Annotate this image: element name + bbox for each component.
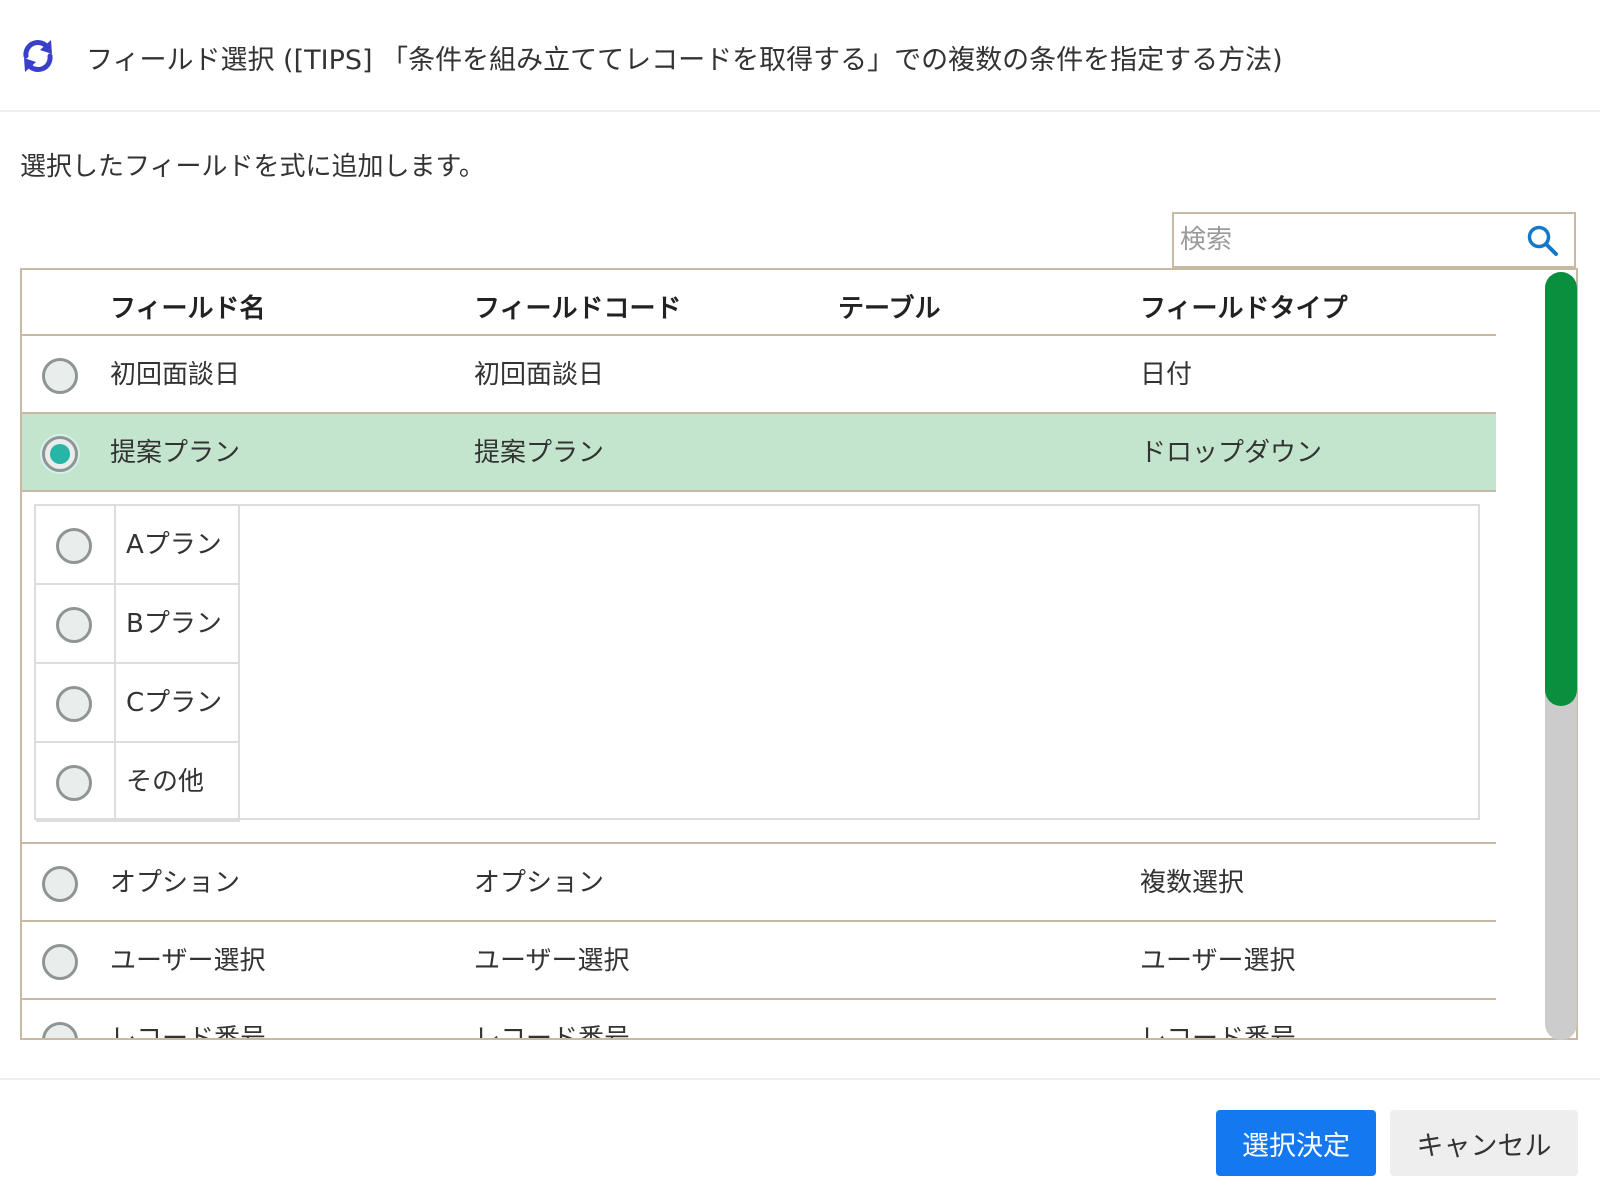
table-row[interactable]: 初回面談日 初回面談日 日付 <box>22 336 1496 414</box>
options-list: Aプラン Bプラン Cプラン その他 <box>34 504 1480 822</box>
column-header-field-code[interactable]: フィールドコード <box>474 288 681 325</box>
search-icon[interactable] <box>1526 224 1560 258</box>
divider <box>114 506 116 583</box>
table-row-selected[interactable]: 提案プラン 提案プラン ドロップダウン <box>22 414 1496 492</box>
field-code: 初回面談日 <box>474 360 605 390</box>
option-radio[interactable] <box>56 765 92 801</box>
field-name: ユーザー選択 <box>110 946 266 976</box>
option-radio[interactable] <box>56 528 92 564</box>
option-item[interactable]: Cプラン <box>36 664 240 743</box>
dialog-header: フィールド選択 ([TIPS] 「条件を組み立ててレコードを取得する」での複数の… <box>0 0 1600 112</box>
dialog-description: 選択したフィールドを式に追加します。 <box>20 152 485 182</box>
row-radio[interactable] <box>42 944 78 980</box>
field-code: ユーザー選択 <box>474 946 630 976</box>
table-row[interactable]: オプション オプション 複数選択 <box>22 844 1496 922</box>
divider <box>114 743 116 820</box>
option-label: Cプラン <box>126 688 223 718</box>
row-radio[interactable] <box>42 866 78 902</box>
cancel-button[interactable]: キャンセル <box>1390 1110 1578 1176</box>
dialog-footer: 選択決定 キャンセル <box>0 1078 1600 1198</box>
table-header: フィールド名 フィールドコード テーブル フィールドタイプ <box>22 270 1496 336</box>
dialog-title: フィールド選択 ([TIPS] 「条件を組み立ててレコードを取得する」での複数の… <box>86 45 1283 76</box>
field-code: レコード番号 <box>474 1024 631 1040</box>
search-box <box>1172 212 1576 268</box>
row-radio[interactable] <box>42 358 78 394</box>
field-type: ドロップダウン <box>1140 438 1323 468</box>
refresh-icon <box>23 40 53 72</box>
option-radio[interactable] <box>56 686 92 722</box>
option-item[interactable]: Bプラン <box>36 585 240 664</box>
search-input[interactable] <box>1180 220 1510 260</box>
field-table: フィールド名 フィールドコード テーブル フィールドタイプ 初回面談日 初回面談… <box>20 268 1578 1040</box>
table-row[interactable]: レコード番号 レコード番号 レコード番号 <box>22 1000 1496 1040</box>
column-header-field-type[interactable]: フィールドタイプ <box>1140 288 1347 325</box>
field-type: 複数選択 <box>1140 868 1245 898</box>
option-label: Aプラン <box>126 530 222 560</box>
option-item[interactable]: Aプラン <box>36 506 240 585</box>
column-header-field-name[interactable]: フィールド名 <box>110 288 265 325</box>
field-code: 提案プラン <box>474 438 605 468</box>
option-label: Bプラン <box>126 609 222 639</box>
dropdown-options-panel: Aプラン Bプラン Cプラン その他 <box>22 492 1496 844</box>
option-item[interactable]: その他 <box>36 743 240 822</box>
column-header-table[interactable]: テーブル <box>838 288 940 325</box>
scrollbar[interactable] <box>1545 272 1577 1040</box>
scrollbar-thumb[interactable] <box>1545 272 1577 706</box>
field-name: 提案プラン <box>110 438 241 468</box>
table-row[interactable]: ユーザー選択 ユーザー選択 ユーザー選択 <box>22 922 1496 1000</box>
field-type: 日付 <box>1140 360 1193 390</box>
option-radio[interactable] <box>56 607 92 643</box>
field-type: レコード番号 <box>1140 1024 1297 1040</box>
divider <box>114 585 116 662</box>
row-radio[interactable] <box>42 1022 78 1038</box>
field-name: 初回面談日 <box>110 360 241 390</box>
field-name: レコード番号 <box>110 1024 267 1040</box>
divider <box>114 664 116 741</box>
field-code: オプション <box>474 868 605 898</box>
field-type: ユーザー選択 <box>1140 946 1296 976</box>
field-name: オプション <box>110 868 241 898</box>
row-radio-checked[interactable] <box>42 436 78 472</box>
confirm-button[interactable]: 選択決定 <box>1216 1110 1376 1176</box>
option-label: その他 <box>126 767 205 797</box>
